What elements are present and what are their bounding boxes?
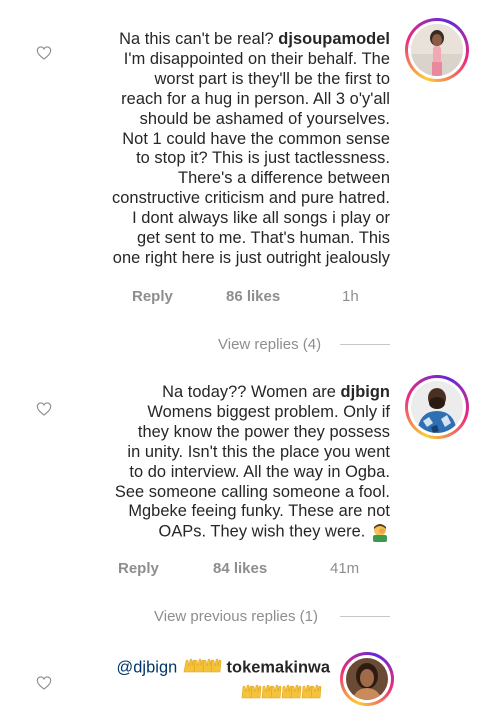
divider	[340, 616, 390, 617]
comment-line: should be ashamed of yourselves.	[139, 109, 390, 128]
view-replies-link[interactable]: View replies (4)	[218, 336, 321, 353]
comment-username[interactable]: tokemakinwa	[227, 658, 331, 676]
divider	[340, 344, 390, 345]
comment-line: constructive criticism and pure hatred.	[112, 189, 390, 208]
mention-link[interactable]: @djbign	[117, 658, 178, 676]
avatar[interactable]	[405, 18, 469, 82]
reply-button[interactable]: Reply	[118, 560, 159, 577]
comment-line: OAPs. They wish they were.	[158, 522, 366, 541]
comment-line: Mgbeke feeing funky. These are not	[128, 502, 390, 521]
comment-line: Womens biggest problem. Only if	[147, 402, 390, 421]
reply-button[interactable]: Reply	[132, 288, 173, 305]
comment-line: Na today?? Women are	[162, 383, 336, 401]
comment-item: @djbign tokemakinwa	[0, 648, 490, 707]
comment-line: Not 1 could have the common sense	[122, 129, 390, 148]
comment-line: get sent to me. That's human. This	[137, 229, 390, 248]
comment-text: Na today?? Women are djbign Womens bigge…	[50, 383, 390, 543]
comment-line: in unity. Isn't this the place you went	[127, 442, 390, 461]
avatar-photo	[411, 24, 463, 76]
likes-count[interactable]: 86 likes	[226, 288, 280, 305]
avatar[interactable]	[340, 652, 394, 706]
raising-hands-emoji	[30, 682, 330, 706]
comment-line: to do interview. All the way in Ogba.	[129, 462, 390, 481]
comment-username[interactable]: djbign	[341, 383, 390, 401]
comment-line: There's a difference between	[178, 169, 390, 188]
comment-text: @djbign tokemakinwa	[30, 656, 330, 706]
comment-time: 41m	[330, 560, 360, 577]
comment-text: Na this can't be real? djsoupamodel I'm …	[50, 30, 390, 269]
comment-line: I dont always like all songs i play or	[132, 209, 390, 228]
comment-line: Na this can't be real?	[119, 30, 274, 48]
comment-line: to stop it? This is just tactlessness.	[136, 149, 390, 168]
avatar[interactable]	[405, 375, 469, 439]
view-previous-replies-link[interactable]: View previous replies (1)	[154, 608, 318, 625]
man-facepalming-emoji	[373, 524, 387, 543]
likes-count[interactable]: 84 likes	[213, 560, 267, 577]
avatar-photo	[411, 381, 463, 433]
comment-line: reach for a hug in person. All 3 o'y'all	[121, 89, 390, 108]
comment-line: I'm disappointed on their behalf. The	[123, 49, 390, 68]
comment-time: 1h	[342, 288, 359, 305]
comment-item: Na this can't be real? djsoupamodel I'm …	[0, 0, 490, 353]
comment-username[interactable]: djsoupamodel	[278, 30, 390, 48]
comment-line: worst part is they'll be the first to	[154, 69, 390, 88]
comment-line: one right here is just outright jealousl…	[112, 248, 390, 267]
comment-line: See someone calling someone a fool.	[114, 482, 390, 501]
raising-hands-emoji	[182, 656, 222, 680]
avatar-photo	[346, 658, 388, 700]
comment-item: Na today?? Women are djbign Womens bigge…	[0, 370, 490, 630]
comment-line: they know the power they possess	[137, 422, 390, 441]
